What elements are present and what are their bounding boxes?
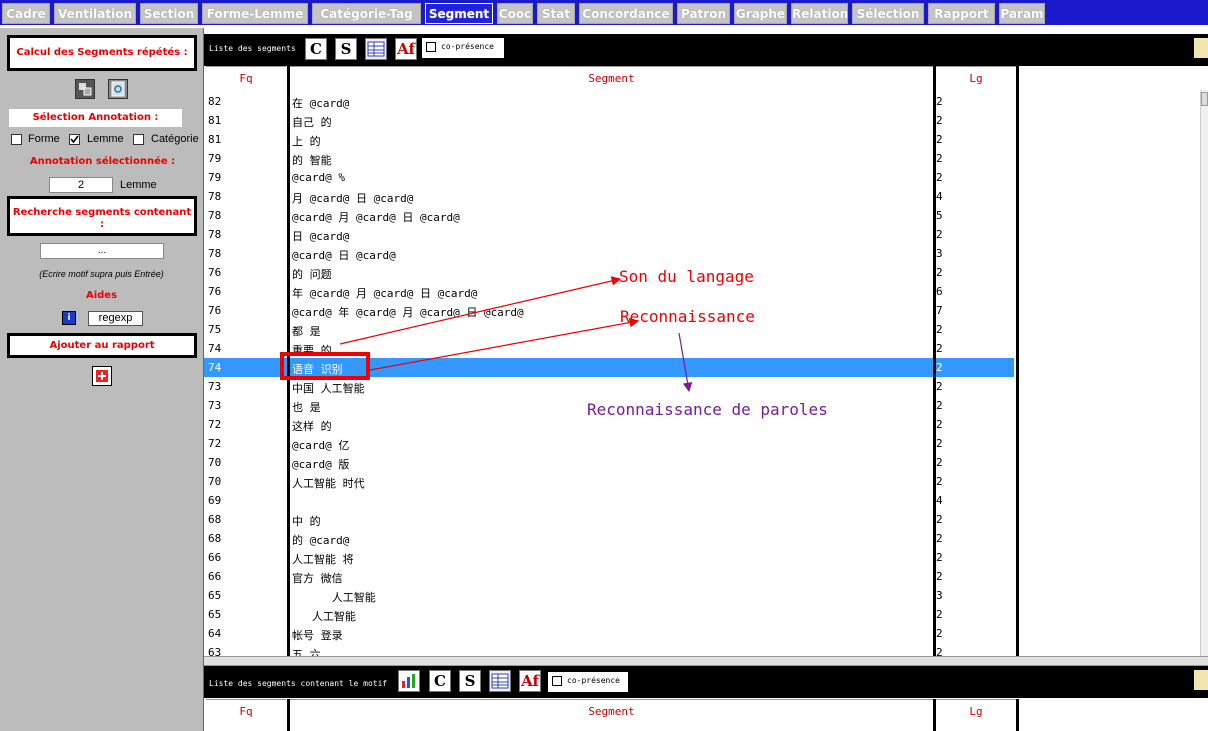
annotation-reconnaissance-de-paroles: Reconnaissance de paroles [587,400,828,419]
arrow-reco-paroles [678,332,693,393]
annotation-son-du-langage: Son du langage [619,267,754,286]
arrow-reco [369,317,640,371]
annotation-reconnaissance: Reconnaissance [620,307,755,326]
highlight-box [280,352,370,380]
arrow-son [339,276,622,345]
annotation-overlay [280,276,693,393]
